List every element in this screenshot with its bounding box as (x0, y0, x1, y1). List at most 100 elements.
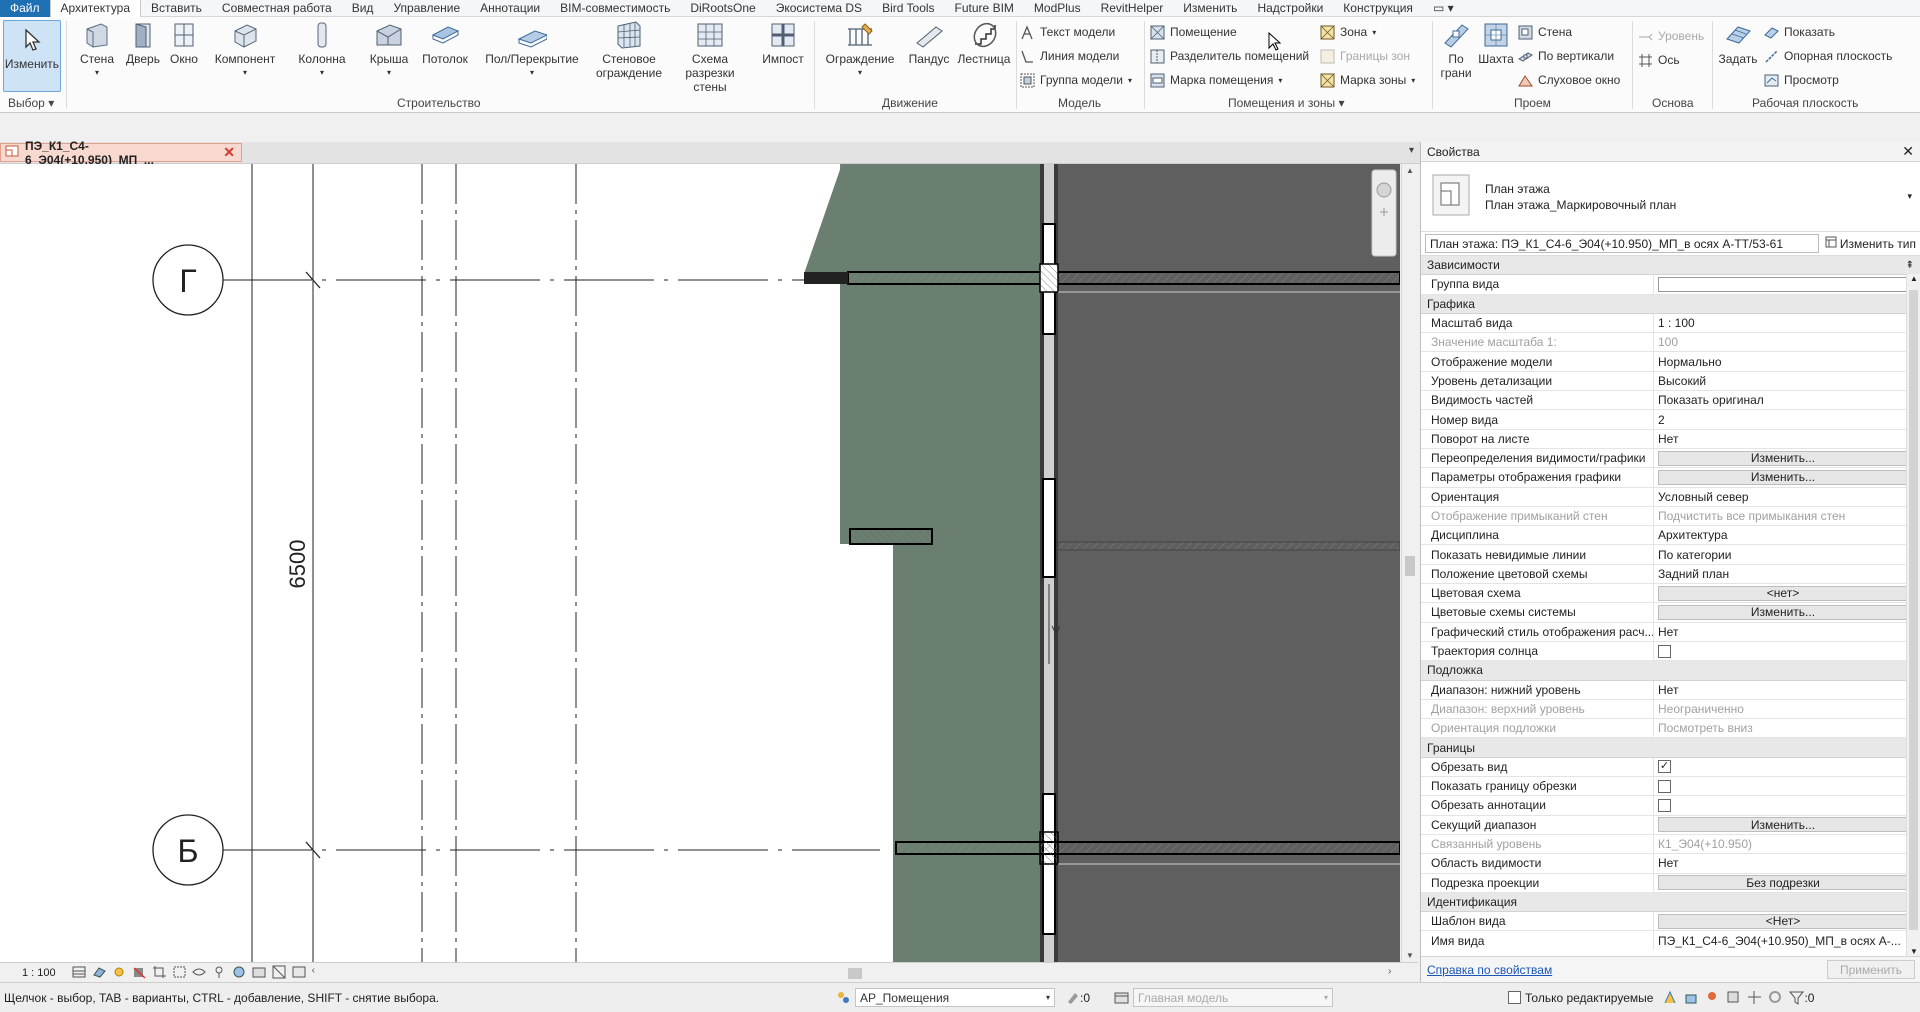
drag-on-selection-icon[interactable] (1747, 990, 1762, 1005)
properties-help-link[interactable]: Справка по свойствам (1427, 963, 1552, 977)
property-value[interactable] (1654, 275, 1920, 293)
tab-list-dropdown[interactable]: ▾ (1409, 145, 1414, 156)
close-tab-icon[interactable]: ✕ (223, 144, 235, 161)
tab-file[interactable]: Файл (0, 0, 50, 17)
drawing-canvas[interactable]: Г Б 6500 (0, 164, 1400, 962)
model-line-button[interactable]: Линия модели (1020, 47, 1119, 65)
properties-section[interactable]: Подложка⇞ (1421, 661, 1920, 681)
tab-structure[interactable]: Конструкция (1333, 0, 1423, 17)
temporary-view-properties-icon[interactable] (252, 965, 267, 980)
tab-dirootsone[interactable]: DiRootsOne (680, 0, 765, 17)
tab-addins[interactable]: Надстройки (1247, 0, 1333, 17)
tab-collaborate[interactable]: Совместная работа (212, 0, 342, 17)
sun-path-icon[interactable] (112, 965, 127, 980)
property-value[interactable] (1654, 796, 1920, 814)
property-edit-button[interactable]: <нет> (1658, 585, 1908, 601)
dormer-opening-button[interactable]: Слуховое окно (1518, 71, 1620, 89)
type-dropdown-icon[interactable]: ▾ (1907, 191, 1912, 202)
tab-modify[interactable]: Изменить (1173, 0, 1247, 17)
component-button[interactable]: Компонент ▾ (210, 20, 280, 80)
opening-by-face-button[interactable]: По грани (1438, 20, 1474, 80)
tab-insert[interactable]: Вставить (141, 0, 212, 17)
property-edit-button[interactable]: Без подрезки (1658, 875, 1908, 891)
property-value[interactable]: <Нет> (1654, 912, 1920, 930)
property-value[interactable]: Без подрезки (1654, 874, 1920, 892)
property-value[interactable]: Показать оригинал (1654, 391, 1920, 409)
tab-ecosystem-ds[interactable]: Экосистема DS (766, 0, 872, 17)
edit-type-button[interactable]: Изменить тип (1825, 236, 1916, 251)
property-value[interactable]: Нет (1654, 681, 1920, 699)
property-value[interactable]: Высокий (1654, 372, 1920, 390)
visual-style-icon[interactable] (92, 965, 107, 980)
ribbon-toggle-dropdown[interactable]: ▭ ▾ (1423, 0, 1464, 17)
wall-opening-button[interactable]: Стена (1518, 23, 1572, 41)
properties-scrollbar[interactable]: ▲ ▼ (1906, 274, 1920, 956)
property-value[interactable]: Нет (1654, 854, 1920, 872)
show-workplane-button[interactable]: Показать (1764, 23, 1835, 41)
property-edit-button[interactable]: Изменить... (1658, 817, 1908, 833)
tab-future-bim[interactable]: Future BIM (945, 0, 1024, 17)
tab-modplus[interactable]: ModPlus (1024, 0, 1091, 17)
scroll-right-icon[interactable]: › (1388, 966, 1391, 977)
temporary-hide-icon[interactable] (191, 965, 207, 980)
view-instance-selector[interactable]: План этажа: ПЭ_К1_С4-6_Э04(+10.950)_МП_в… (1425, 234, 1819, 253)
canvas-horizontal-scroll-thumb[interactable] (848, 968, 862, 979)
select-underlay-icon[interactable] (1684, 990, 1699, 1005)
select-links-icon[interactable] (1663, 990, 1678, 1005)
tab-bird-tools[interactable]: Bird Tools (872, 0, 944, 17)
column-button[interactable]: Колонна ▾ (292, 20, 352, 80)
crop-view-icon[interactable] (152, 965, 167, 980)
rooms-group-dropdown[interactable]: Помещения и зоны ▾ (1228, 96, 1345, 110)
property-value[interactable]: <нет> (1654, 584, 1920, 602)
property-value[interactable]: 2 (1654, 410, 1920, 428)
tab-annotate[interactable]: Аннотации (470, 0, 550, 17)
ceiling-button[interactable]: Потолок (420, 20, 470, 66)
grid-button[interactable]: Ось (1638, 51, 1680, 69)
tab-manage[interactable]: Управление (383, 0, 470, 17)
property-value[interactable]: Нет (1654, 430, 1920, 448)
type-selector[interactable]: План этажа План этажа_Маркировочный план… (1421, 162, 1920, 232)
property-value[interactable]: Нормально (1654, 352, 1920, 370)
room-separator-button[interactable]: Разделитель помещений (1150, 47, 1309, 65)
room-tag-button[interactable]: Марка помещения ▾ (1150, 71, 1282, 89)
shadows-icon[interactable] (132, 965, 147, 980)
property-value[interactable]: 1 : 100 (1654, 314, 1920, 332)
canvas-vertical-scrollbar[interactable]: ▲ ▼ (1401, 164, 1418, 962)
property-value[interactable]: Изменить... (1654, 468, 1920, 486)
roof-button[interactable]: Крыша ▾ (364, 20, 414, 80)
pin-icon[interactable] (212, 965, 227, 980)
property-edit-button[interactable]: Изменить... (1658, 469, 1908, 485)
scroll-left-icon[interactable]: ‹ (312, 965, 315, 980)
view-scale-selector[interactable]: 1 : 100 (0, 967, 64, 979)
property-value[interactable] (1654, 642, 1920, 660)
shaft-button[interactable]: Шахта (1478, 20, 1514, 66)
property-value[interactable]: Изменить... (1654, 603, 1920, 621)
analytical-model-icon[interactable] (272, 965, 287, 980)
property-value[interactable]: Нет (1654, 623, 1920, 641)
property-value[interactable]: Архитектура (1654, 526, 1920, 544)
active-workset-dropdown[interactable]: АР_Помещения ▾ (855, 988, 1055, 1007)
properties-section[interactable]: Зависимости ⇞ (1421, 256, 1920, 276)
stair-button[interactable]: Лестница (955, 20, 1013, 66)
reveal-hidden-icon[interactable] (232, 965, 247, 980)
property-checkbox[interactable] (1658, 779, 1671, 793)
tab-view[interactable]: Вид (342, 0, 384, 17)
tab-bim-interop[interactable]: BIM-совместимость (550, 0, 680, 17)
vertical-opening-button[interactable]: По вертикали (1518, 47, 1614, 65)
property-checkbox[interactable] (1658, 644, 1671, 658)
only-editable-toggle[interactable]: Только редактируемые (1508, 991, 1653, 1005)
modify-button[interactable]: Изменить (3, 20, 61, 92)
room-button[interactable]: Помещение (1150, 23, 1237, 41)
wall-button[interactable]: Стена ▾ (77, 20, 117, 80)
workplane-viewer-button[interactable]: Просмотр (1764, 71, 1839, 89)
curtain-grid-button[interactable]: Схема разрезки стены (668, 20, 752, 94)
model-group-button[interactable]: Группа модели ▾ (1020, 71, 1132, 89)
property-value[interactable]: ✓ (1654, 758, 1920, 776)
curtain-system-button[interactable]: Стеновое ограждение (592, 20, 666, 80)
collapse-section-icon[interactable]: ⇞ (1906, 260, 1914, 271)
ramp-button[interactable]: Пандус (905, 20, 953, 66)
area-tag-button[interactable]: Марка зоны ▾ (1320, 71, 1415, 89)
property-value[interactable]: ПЭ_К1_С4-6_Э04(+10.950)_МП_в осях А-... (1654, 931, 1920, 949)
property-value[interactable]: Изменить... (1654, 816, 1920, 834)
mullion-button[interactable]: Импост (758, 20, 808, 66)
